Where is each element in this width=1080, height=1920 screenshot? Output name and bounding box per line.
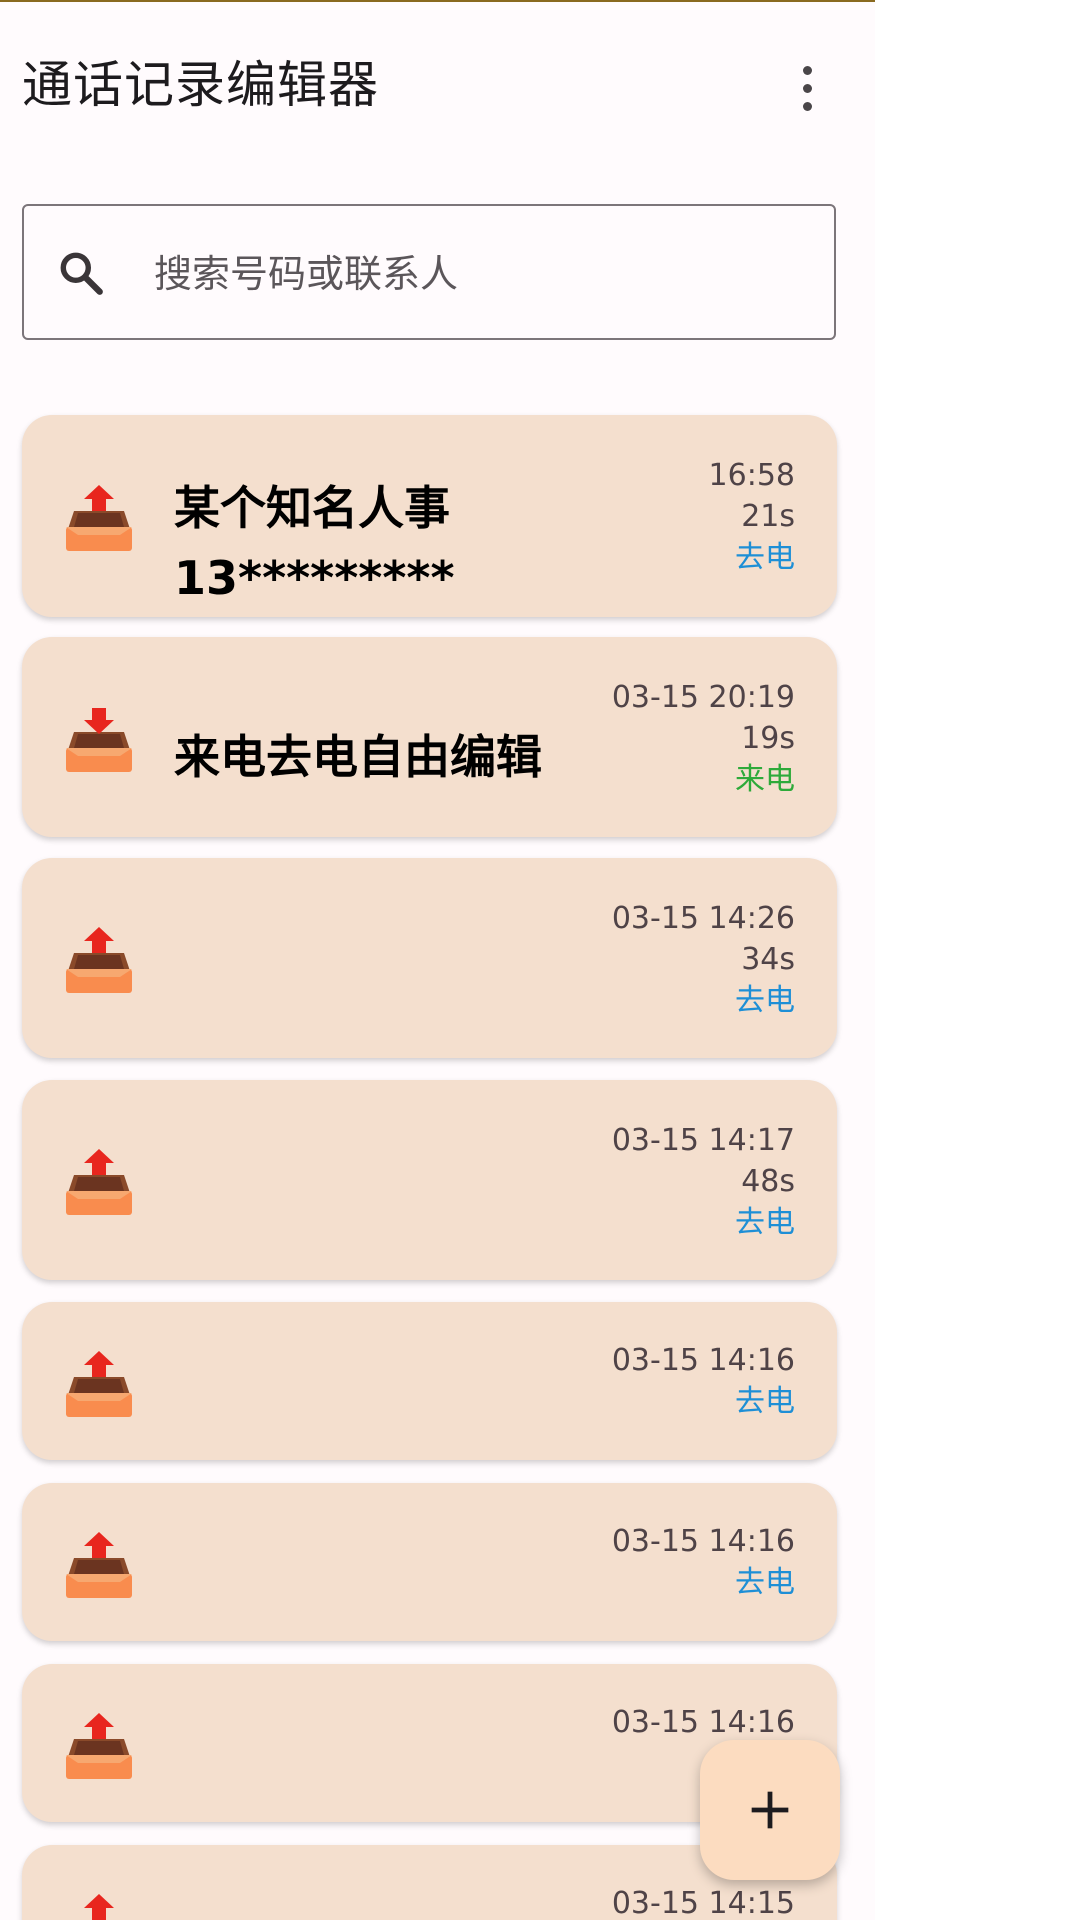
call-meta: 03-15 20:19 19s 来电 <box>612 677 795 800</box>
outgoing-call-icon <box>64 925 134 995</box>
call-type: 来电 <box>735 762 795 797</box>
outgoing-call-icon <box>64 1349 134 1419</box>
more-vert-icon-dot <box>802 101 812 111</box>
call-log-item[interactable]: 03-15 14:26 34s 去电 <box>22 858 837 1058</box>
outgoing-call-icon <box>64 1892 134 1920</box>
more-options-button[interactable] <box>785 58 829 118</box>
call-duration: 21s <box>741 499 795 534</box>
call-type: 去电 <box>735 1384 795 1419</box>
call-time: 03-15 20:19 <box>611 680 795 715</box>
outgoing-call-icon <box>64 1711 134 1781</box>
call-meta: 16:58 21s 去电 <box>709 455 795 578</box>
contact-name: 来电去电自由编辑 <box>174 730 542 784</box>
call-type: 去电 <box>735 983 795 1018</box>
call-meta: 03-15 14:15 <box>612 1883 795 1920</box>
call-log-item[interactable]: 来电去电自由编辑 03-15 20:19 19s 来电 <box>22 637 837 837</box>
call-log-item[interactable]: 03-15 14:17 48s 去电 <box>22 1080 837 1280</box>
call-duration: 34s <box>741 942 795 977</box>
phone-number: 13********* <box>174 551 455 605</box>
search-icon <box>60 252 103 295</box>
app-screen: 通话记录编辑器 某个知名人事13*********16:5821s去电来电去电自… <box>0 0 1080 1920</box>
call-meta: 03-15 14:26 34s 去电 <box>612 898 795 1021</box>
call-type: 去电 <box>735 1565 795 1600</box>
outgoing-call-icon <box>64 483 134 553</box>
outgoing-call-icon <box>64 1147 134 1217</box>
top-divider <box>0 0 875 2</box>
call-log-item[interactable]: 03-15 14:16 去电 <box>22 1302 837 1460</box>
call-time: 03-15 14:16 <box>611 1343 795 1378</box>
call-type: 去电 <box>735 540 795 575</box>
outgoing-call-icon <box>64 1530 134 1600</box>
call-meta: 03-15 14:16 去电 <box>612 1521 795 1603</box>
search-box[interactable] <box>22 204 836 340</box>
call-time: 03-15 14:26 <box>611 901 795 936</box>
call-time: 03-15 14:17 <box>611 1123 795 1158</box>
call-meta: 03-15 14:17 48s 去电 <box>612 1120 795 1243</box>
call-duration: 19s <box>741 721 795 756</box>
call-meta: 03-15 14:16 <box>612 1702 795 1743</box>
call-meta: 03-15 14:16 去电 <box>612 1340 795 1422</box>
add-icon <box>751 1791 789 1829</box>
page-title: 通话记录编辑器 <box>22 56 379 114</box>
blank-side-panel <box>875 0 1080 1920</box>
more-vert-icon-dot <box>802 83 812 93</box>
call-time: 03-15 14:15 <box>611 1886 795 1920</box>
call-time: 03-15 14:16 <box>611 1705 795 1740</box>
call-time: 03-15 14:16 <box>611 1524 795 1559</box>
more-vert-icon <box>802 65 812 75</box>
contact-name: 某个知名人事 <box>174 481 450 535</box>
call-log-item[interactable]: 03-15 14:16 去电 <box>22 1483 837 1641</box>
call-type: 去电 <box>735 1205 795 1240</box>
add-call-button[interactable] <box>700 1740 840 1880</box>
search-input[interactable] <box>152 236 796 312</box>
call-duration: 48s <box>741 1164 795 1199</box>
call-time: 16:58 <box>708 458 795 493</box>
incoming-call-icon <box>64 704 134 774</box>
call-log-item[interactable]: 某个知名人事 13********* 16:58 21s 去电 <box>22 415 837 617</box>
